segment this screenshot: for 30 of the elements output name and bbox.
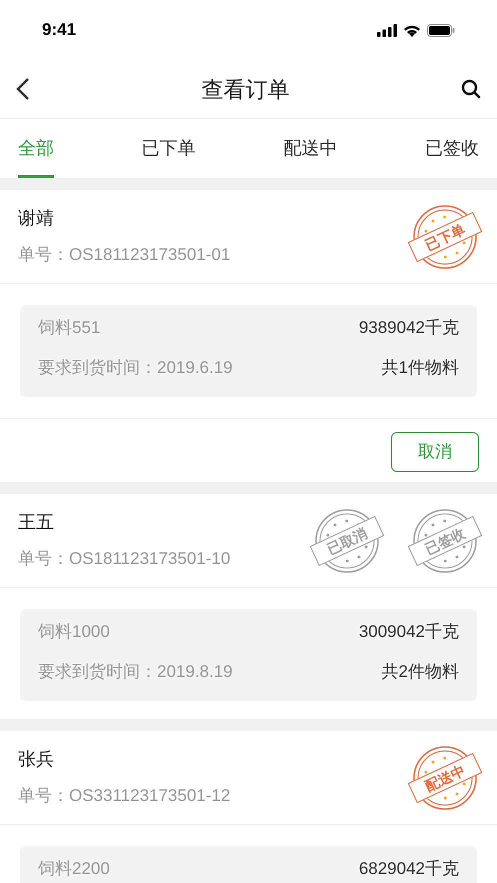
customer-name: 谢靖 [18,207,55,230]
item-count: 共1件物料 [382,359,459,377]
search-icon[interactable] [461,79,481,99]
item-weight: 3009042千克 [358,623,459,641]
order-number: 单号：OS181123173501-01 [18,244,230,266]
item-weight: 6829042千克 [358,860,459,878]
order-number: 单号：OS331123173501-12 [18,785,230,808]
item-name: 饲料2200 [38,860,110,878]
tab[interactable]: 配送中 [283,119,338,178]
stamp-label: 已取消 [310,515,384,566]
tab[interactable]: 已签收 [424,119,479,178]
tab[interactable]: 已下单 [142,119,196,178]
stamp-label: 配送中 [408,752,482,803]
status-time: 9:41 [42,19,76,42]
wifi-icon [403,24,421,36]
delivery-time: 要求到货时间：2019.8.19 [38,663,233,681]
signal-icon [377,24,397,36]
order-number: 单号：OS181123173501-10 [18,548,230,570]
stamp-label: 已签收 [408,515,482,566]
customer-name: 张兵 [18,748,55,772]
back-icon[interactable] [16,77,30,101]
item-name: 饲料1000 [38,623,110,641]
delivery-time: 要求到货时间：2019.6.19 [38,359,233,377]
customer-name: 王五 [18,511,55,534]
item-name: 饲料551 [38,319,100,337]
item-count: 共2件物料 [382,663,459,681]
stamp-label: 已下单 [408,211,482,262]
item-weight: 9389042千克 [358,319,459,337]
page-title: 查看订单 [202,76,290,104]
battery-icon [427,24,455,36]
